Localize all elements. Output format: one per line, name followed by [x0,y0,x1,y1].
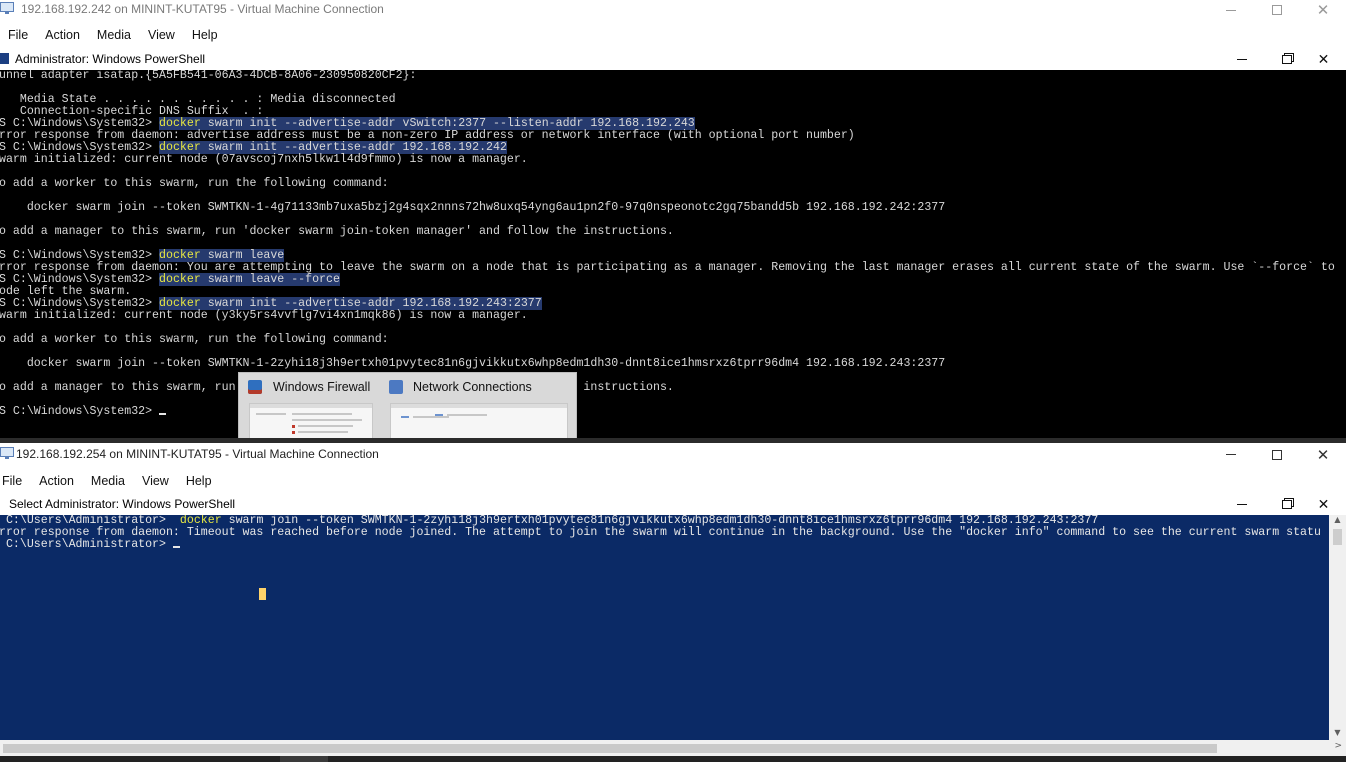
console-text: docker swarm join --token SWMTKN-1-2zyhi… [0,357,946,370]
console-line: S C:\Windows\System32> [0,406,1346,418]
minimize-icon [1226,454,1236,455]
restore-icon [1281,55,1292,64]
firewall-icon [248,380,262,394]
vertical-scrollbar[interactable]: ▲ ▼ [1329,515,1346,740]
powershell-title: Administrator: Windows PowerShell [15,52,206,66]
menu-view[interactable]: View [142,474,177,488]
vm-connection-window-254[interactable]: 192.168.192.254 on MININT-KUTAT95 - Virt… [0,443,1346,756]
console-text: swarm leave --force [200,273,340,286]
powershell-window[interactable]: Administrator: Windows PowerShell ✕ unne… [0,49,1346,438]
scrollbar-thumb[interactable] [1333,529,1342,545]
powershell-icon [0,53,9,64]
command-keyword: docker [159,273,201,286]
console-text: o add a worker to this swarm, run the fo… [0,177,389,190]
scrollbar-thumb[interactable] [3,744,1217,753]
maximize-icon [1272,5,1282,15]
ps-close-button[interactable]: ✕ [1301,494,1346,515]
thumbnail-label: Windows Firewall [273,380,371,394]
console-text: rror response from daemon: Timeout was r… [0,526,1321,539]
powershell-console[interactable]: C:\Users\Administrator> docker swarm joi… [0,515,1329,740]
menu-action[interactable]: Action [37,28,89,42]
minimize-icon [1236,504,1247,505]
vm-connection-icon [0,447,14,459]
restore-icon [1281,500,1292,509]
console-text: S C:\Windows\System32> [0,405,160,418]
console-line: o add a worker to this swarm, run the fo… [0,334,1346,346]
vm-title-bar[interactable]: 192.168.192.254 on MININT-KUTAT95 - Virt… [0,443,1346,466]
console-text: o add a worker to this swarm, run the fo… [0,333,389,346]
console-text: docker swarm join --token SWMTKN-1-4g711… [0,201,946,214]
host-taskbar-strip [0,756,1346,762]
console-text: C:\Users\Administrator> [0,538,173,551]
menu-help[interactable]: Help [184,28,227,42]
vm-menu-bar: File Action Media View Help [0,24,1346,46]
maximize-button[interactable] [1254,443,1300,466]
console-line: docker swarm join --token SWMTKN-1-4g711… [0,202,1346,214]
console-line: o add a manager to this swarm, run 'dock… [0,226,1346,238]
text-caret [259,588,266,600]
horizontal-scrollbar[interactable]: > [0,740,1346,756]
ps-minimize-button[interactable] [1219,494,1264,515]
chevron-down-icon[interactable]: ▼ [1329,728,1346,740]
maximize-button[interactable] [1254,0,1300,20]
close-icon: ✕ [1317,51,1330,68]
minimize-button[interactable] [1208,443,1254,466]
menu-help[interactable]: Help [186,474,220,488]
powershell-window[interactable]: Select Administrator: Windows PowerShell… [0,494,1346,756]
console-text: warm initialized: current node (07avscoj… [0,153,528,166]
console-line: warm initialized: current node (y3ky5rs4… [0,310,1346,322]
console-line: unnel adapter isatap.{5A5FB541-06A3-4DCB… [0,70,1346,82]
minimize-icon [1226,9,1236,11]
console-line: o add a manager to this swarm, run 'dock… [0,382,1346,394]
console-cursor [159,413,167,415]
console-line: warm initialized: current node (07avscoj… [0,154,1346,166]
vm-window-title: 192.168.192.242 on MININT-KUTAT95 - Virt… [21,2,384,16]
minimize-icon [1236,59,1247,60]
thumbnail-network-connections[interactable]: Network Connections [386,373,572,440]
powershell-title: Select Administrator: Windows PowerShell [9,497,236,511]
vm-connection-icon [0,2,14,14]
maximize-icon [1272,449,1282,460]
network-connections-icon [389,380,403,394]
window-preview [249,403,373,440]
console-text: warm initialized: current node (y3ky5rs4… [0,309,528,322]
thumbnail-windows-firewall[interactable]: Windows Firewall [245,373,379,440]
console-text: o add a manager to this swarm, run 'dock… [0,225,674,238]
console-line: o add a worker to this swarm, run the fo… [0,178,1346,190]
menu-file[interactable]: File [0,28,37,42]
console-cursor [172,546,180,548]
window-preview [390,403,568,440]
console-line: S C:\Windows\System32> docker swarm leav… [0,273,1346,286]
chevron-up-icon[interactable]: ▲ [1329,515,1346,527]
close-button[interactable]: ✕ [1300,0,1346,20]
console-line: docker swarm join --token SWMTKN-1-2zyhi… [0,358,1346,370]
minimize-button[interactable] [1208,0,1254,20]
chevron-right-icon[interactable]: > [1334,741,1342,751]
menu-media[interactable]: Media [89,28,140,42]
vm-title-bar[interactable]: 192.168.192.242 on MININT-KUTAT95 - Virt… [0,0,1346,20]
console-line: rror response from daemon: Timeout was r… [0,527,1329,539]
vm-connection-window-242[interactable]: 192.168.192.242 on MININT-KUTAT95 - Virt… [0,0,1346,438]
menu-media[interactable]: Media [91,474,133,488]
close-icon: ✕ [1317,496,1330,513]
powershell-title-bar[interactable]: Select Administrator: Windows PowerShell… [0,494,1346,515]
menu-file[interactable]: File [2,474,30,488]
vm-menu-bar: File Action Media View Help [0,470,1346,492]
powershell-title-bar[interactable]: Administrator: Windows PowerShell ✕ [0,49,1346,70]
console-line: C:\Users\Administrator> [0,539,1329,551]
taskbar-thumbnail-popup: Windows Firewall Network Connections [238,372,577,440]
close-icon: ✕ [1316,1,1330,19]
vm-window-title: 192.168.192.254 on MININT-KUTAT95 - Virt… [16,447,379,461]
close-icon: ✕ [1316,445,1330,464]
menu-view[interactable]: View [140,28,184,42]
ps-close-button[interactable]: ✕ [1301,49,1346,70]
ps-minimize-button[interactable] [1219,49,1264,70]
menu-action[interactable]: Action [39,474,82,488]
close-button[interactable]: ✕ [1300,443,1346,466]
thumbnail-label: Network Connections [413,380,532,394]
console-text: unnel adapter isatap.{5A5FB541-06A3-4DCB… [0,70,417,82]
powershell-console[interactable]: unnel adapter isatap.{5A5FB541-06A3-4DCB… [0,70,1346,438]
